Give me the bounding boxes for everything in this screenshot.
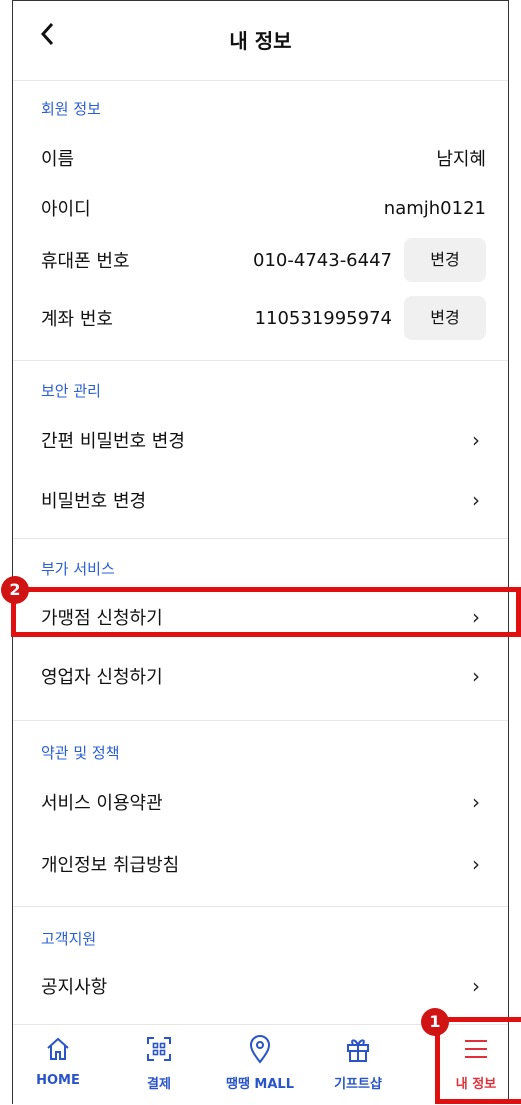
account-label: 계좌 번호 [41,309,113,330]
section-title-support: 고객지원 [41,930,97,948]
phone-row: 휴대폰 번호 010-4743-6447 변경 [41,236,486,284]
phone-value: 010-4743-6447 [253,249,392,271]
divider [13,720,508,721]
app-screen: 내 정보 회원 정보 이름 남지혜 아이디 namjh0121 휴대폰 번호 0… [1,0,521,1105]
bottom-tab-bar: HOME 결제 땡땡 MALL 기프트샵 내 정보 [13,1024,508,1105]
chevron-right-icon: › [472,428,480,452]
menu-item-label: 영업자 신청하기 [41,667,163,688]
gift-icon [347,1039,369,1062]
name-value: 남지혜 [436,149,486,170]
menu-item-service-terms[interactable]: 서비스 이용약관 › [41,778,486,826]
top-bar: 내 정보 [13,0,508,81]
section-title-terms: 약관 및 정책 [41,744,120,762]
section-title-security: 보안 관리 [41,382,101,400]
id-row: 아이디 namjh0121 [41,184,486,232]
menu-item-simple-password[interactable]: 간편 비밀번호 변경 › [41,416,486,464]
home-icon [47,1037,69,1060]
page-title: 내 정보 [229,29,292,53]
name-label: 이름 [41,149,75,170]
id-label: 아이디 [41,199,91,220]
divider [13,906,508,907]
divider [13,80,508,81]
chevron-right-icon: › [472,664,480,688]
menu-item-password[interactable]: 비밀번호 변경 › [41,476,486,524]
account-change-button[interactable]: 변경 [404,296,486,340]
tab-label: HOME [36,1073,80,1088]
section-title-extra: 부가 서비스 [41,560,115,578]
tab-mall[interactable]: 땡땡 MALL [215,1033,305,1092]
tab-giftshop[interactable]: 기프트샵 [313,1033,403,1092]
chevron-right-icon: › [472,852,480,876]
phone-label: 휴대폰 번호 [41,251,130,272]
name-row: 이름 남지혜 [41,134,486,182]
menu-item-label: 개인정보 취급방침 [41,855,180,876]
menu-item-sales-apply[interactable]: 영업자 신청하기 › [41,652,486,700]
account-value: 110531995974 [254,307,392,329]
qr-scan-icon [147,1037,171,1061]
map-pin-icon [249,1035,271,1064]
chevron-right-icon: › [472,488,480,512]
chevron-right-icon: › [472,974,480,998]
phone-change-button[interactable]: 변경 [404,238,486,282]
chevron-right-icon: › [472,790,480,814]
step-badge-2: 2 [1,576,29,604]
menu-item-privacy-policy[interactable]: 개인정보 취급방침 › [41,840,486,888]
tab-payment[interactable]: 결제 [114,1033,204,1092]
section-title-member: 회원 정보 [41,100,101,118]
tab-home[interactable]: HOME [13,1033,103,1088]
tab-label: 기프트샵 [334,1077,382,1092]
menu-item-label: 간편 비밀번호 변경 [41,431,185,452]
highlight-box-merchant-apply [11,587,521,637]
id-value: namjh0121 [383,197,486,219]
account-row: 계좌 번호 110531995974 변경 [41,294,486,342]
menu-item-label: 서비스 이용약관 [41,793,163,814]
menu-item-label: 비밀번호 변경 [41,491,147,512]
step-badge-1: 1 [421,1008,449,1036]
tab-label: 땡땡 MALL [225,1077,294,1092]
menu-item-notice[interactable]: 공지사항 › [41,962,486,1010]
divider [13,360,508,361]
tab-label: 결제 [147,1077,171,1092]
highlight-box-my-info-tab [435,1017,521,1104]
divider [13,538,508,539]
menu-item-label: 공지사항 [41,977,108,998]
